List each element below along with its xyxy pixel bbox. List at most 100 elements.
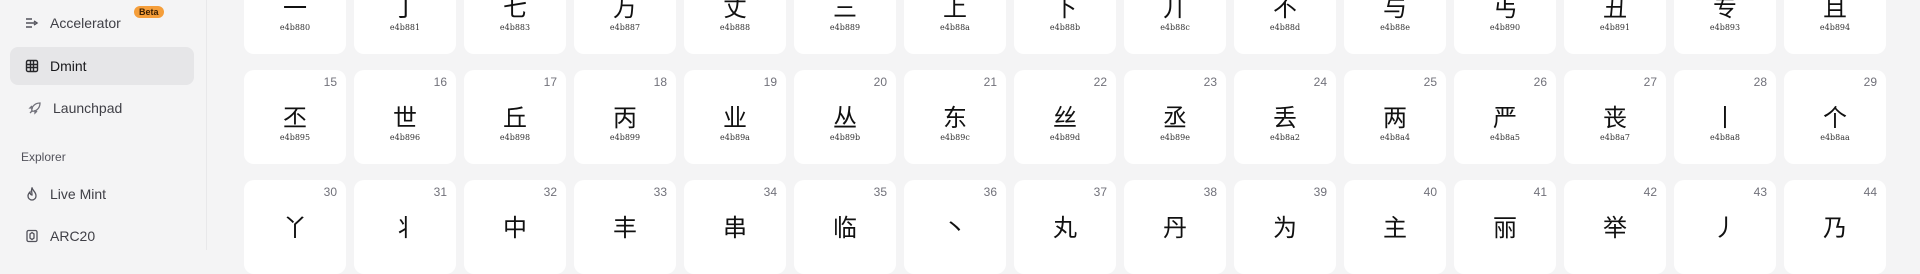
glyph-index: 42 (1643, 185, 1657, 199)
glyph-card[interactable]: 15 丕 e4b895 (244, 70, 346, 164)
sidebar-item-live-mint[interactable]: Live Mint (10, 175, 194, 213)
glyph-index: 32 (543, 185, 557, 199)
glyph-card[interactable]: 七 e4b883 (464, 0, 566, 54)
glyph-character: 丰 (613, 214, 637, 242)
glyph-character: 下 (1053, 0, 1077, 22)
glyph-hex-code: e4b8a2 (1270, 133, 1300, 142)
glyph-card[interactable]: 19 业 e4b89a (684, 70, 786, 164)
sidebar-item-label: Accelerator (50, 15, 121, 31)
glyph-card[interactable]: 31 丬 (354, 180, 456, 274)
glyph-card[interactable]: 上 e4b88a (904, 0, 1006, 54)
sidebar-item-arc20[interactable]: ARC20 (10, 217, 194, 255)
glyph-card[interactable]: 33 丰 (574, 180, 676, 274)
glyph-card[interactable]: 下 e4b88b (1014, 0, 1116, 54)
glyph-hex-code: e4b880 (279, 23, 311, 32)
glyph-card[interactable]: 18 丙 e4b899 (574, 70, 676, 164)
glyph-card[interactable]: 42 举 (1564, 180, 1666, 274)
glyph-character: 丙 (613, 104, 637, 132)
glyph-hex-code: e4b8aa (1820, 133, 1850, 142)
glyph-card[interactable]: 25 两 e4b8a4 (1344, 70, 1446, 164)
glyph-character: 两 (1383, 104, 1407, 132)
glyph-character: 临 (833, 214, 857, 242)
glyph-card[interactable]: 30 丫 (244, 180, 346, 274)
glyph-character: 举 (1603, 214, 1627, 242)
glyph-index: 38 (1203, 185, 1217, 199)
glyph-card[interactable]: 21 东 e4b89c (904, 70, 1006, 164)
glyph-character: 世 (393, 104, 417, 132)
glyph-card[interactable]: 丈 e4b888 (684, 0, 786, 54)
glyph-hex-code: e4b890 (1489, 23, 1521, 32)
glyph-card[interactable]: 万 e4b887 (574, 0, 676, 54)
glyph-card[interactable]: 29 个 e4b8aa (1784, 70, 1886, 164)
glyph-card[interactable]: 16 世 e4b896 (354, 70, 456, 164)
glyph-hex-code: e4b8a5 (1490, 133, 1520, 142)
glyph-hex-code: e4b881 (389, 23, 421, 32)
glyph-card[interactable]: 27 丧 e4b8a7 (1564, 70, 1666, 164)
glyph-card[interactable]: 44 乃 (1784, 180, 1886, 274)
glyph-card[interactable]: 34 串 (684, 180, 786, 274)
glyph-character: 主 (1383, 214, 1407, 242)
section-title-explorer: Explorer (21, 150, 66, 164)
glyph-index: 22 (1093, 75, 1107, 89)
glyph-index: 40 (1423, 185, 1437, 199)
sidebar: Accelerator Beta Dmint Launchpad Explore… (0, 0, 207, 250)
glyph-card[interactable]: 37 丸 (1014, 180, 1116, 274)
glyph-hex-code: e4b8a4 (1380, 133, 1410, 142)
sidebar-item-dmint[interactable]: Dmint (10, 47, 194, 85)
flame-icon (24, 186, 40, 202)
glyph-hex-code: e4b88a (940, 23, 970, 32)
sidebar-item-accelerator[interactable]: Accelerator Beta (10, 4, 194, 42)
glyph-card[interactable]: 三 e4b889 (794, 0, 896, 54)
glyph-card[interactable]: 丑 e4b891 (1564, 0, 1666, 54)
glyph-hex-code: e4b895 (279, 133, 311, 142)
glyph-index: 16 (433, 75, 447, 89)
glyph-index: 29 (1863, 75, 1877, 89)
glyph-card[interactable]: 39 为 (1234, 180, 1336, 274)
glyph-card[interactable]: 23 丞 e4b89e (1124, 70, 1226, 164)
glyph-hex-code: e4b8a7 (1600, 133, 1630, 142)
glyph-character: 丫 (283, 214, 307, 242)
glyph-card[interactable]: 24 丢 e4b8a2 (1234, 70, 1336, 164)
glyph-card[interactable]: 专 e4b893 (1674, 0, 1776, 54)
glyph-character: 丈 (723, 0, 747, 22)
glyph-card[interactable]: 一 e4b880 (244, 0, 346, 54)
glyph-card[interactable]: 36 丶 (904, 180, 1006, 274)
glyph-card[interactable]: 28 丨 e4b8a8 (1674, 70, 1776, 164)
glyph-hex-code: e4b889 (829, 23, 861, 32)
glyph-character: 七 (503, 0, 527, 22)
glyph-card[interactable]: 26 严 e4b8a5 (1454, 70, 1556, 164)
glyph-card[interactable]: 22 丝 e4b89d (1014, 70, 1116, 164)
beta-badge: Beta (134, 6, 164, 18)
glyph-hex-code: e4b88e (1380, 23, 1410, 32)
glyph-card[interactable]: 20 丛 e4b89b (794, 70, 896, 164)
glyph-character: 丝 (1053, 104, 1077, 132)
glyph-character: 一 (283, 0, 307, 22)
glyph-character: 且 (1823, 0, 1847, 22)
glyph-card[interactable]: 41 丽 (1454, 180, 1556, 274)
glyph-card[interactable]: 17 丘 e4b898 (464, 70, 566, 164)
glyph-character: 万 (613, 0, 637, 22)
glyph-hex-code: e4b88d (1269, 23, 1301, 32)
glyph-character: 丘 (503, 104, 527, 132)
glyph-card[interactable]: 丌 e4b88c (1124, 0, 1226, 54)
glyph-card[interactable]: 与 e4b88e (1344, 0, 1446, 54)
glyph-card[interactable]: 43 丿 (1674, 180, 1776, 274)
glyph-card[interactable]: 丁 e4b881 (354, 0, 456, 54)
glyph-card[interactable]: 32 中 (464, 180, 566, 274)
glyph-card[interactable]: 且 e4b894 (1784, 0, 1886, 54)
glyph-hex-code: e4b899 (609, 133, 641, 142)
glyph-hex-code: e4b89b (829, 133, 861, 142)
glyph-index: 39 (1313, 185, 1327, 199)
glyph-index: 35 (873, 185, 887, 199)
glyph-card[interactable]: 35 临 (794, 180, 896, 274)
glyph-card[interactable]: 40 主 (1344, 180, 1446, 274)
sidebar-item-launchpad[interactable]: Launchpad (10, 89, 194, 127)
glyph-card[interactable]: 丐 e4b890 (1454, 0, 1556, 54)
glyph-index: 43 (1753, 185, 1767, 199)
glyph-index: 27 (1643, 75, 1657, 89)
glyph-card[interactable]: 38 丹 (1124, 180, 1226, 274)
glyph-index: 17 (543, 75, 557, 89)
rocket-icon (27, 100, 43, 116)
glyph-card[interactable]: 不 e4b88d (1234, 0, 1336, 54)
sidebar-item-label: ARC20 (50, 228, 96, 244)
